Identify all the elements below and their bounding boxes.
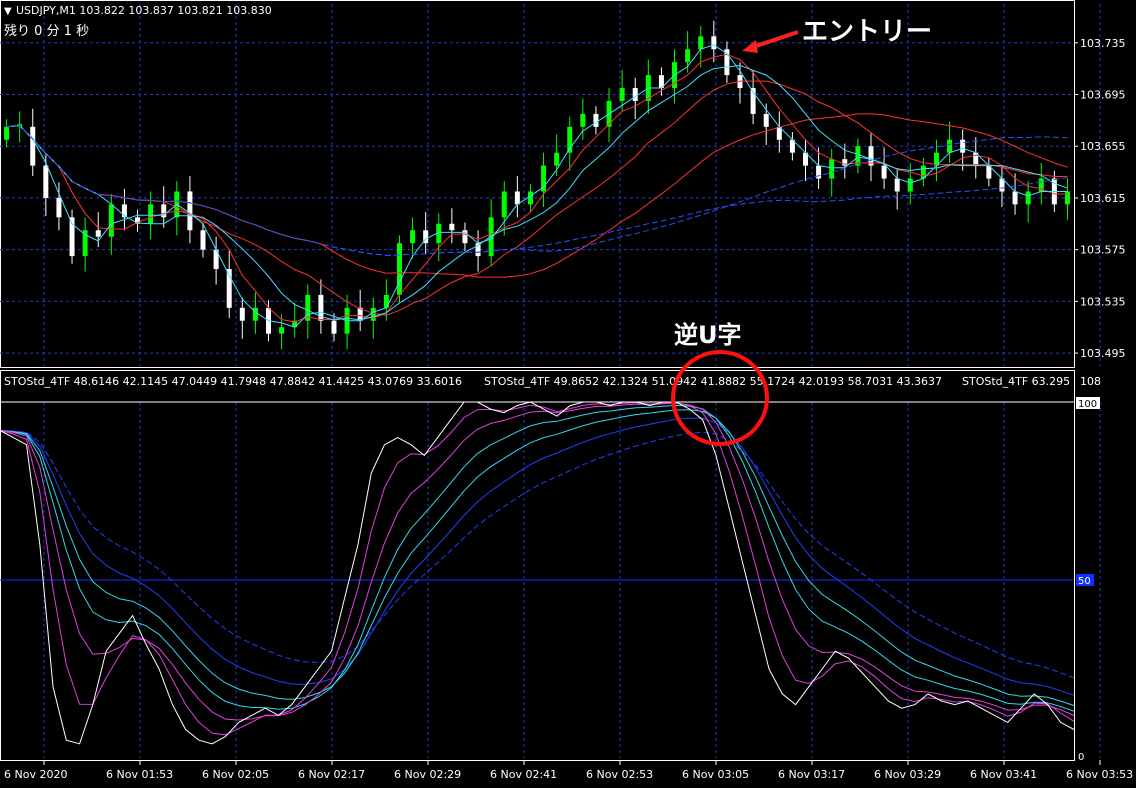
price-axis-label: 103.655 (1080, 140, 1126, 153)
time-axis-label: 6 Nov 03:05 (682, 768, 749, 781)
time-axis-label: 6 Nov 02:41 (490, 768, 557, 781)
indicator-axis-108: 108 (1080, 375, 1101, 388)
candle-body (763, 113, 769, 127)
time-axis-label: 6 Nov 2020 (4, 768, 67, 781)
time-axis-label: 6 Nov 03:17 (778, 768, 845, 781)
candles-layer (4, 20, 1070, 350)
candle-body (56, 197, 62, 218)
time-axis-label: 6 Nov 03:29 (874, 768, 941, 781)
candle-body (4, 126, 10, 140)
candle-body (698, 36, 704, 50)
countdown-timer: 残り 0 分 1 秒 (4, 24, 89, 39)
candle-body (43, 165, 49, 198)
stochastic-line (0, 404, 1075, 712)
time-axis-label: 6 Nov 01:53 (106, 768, 173, 781)
price-axis-label: 103.575 (1080, 244, 1126, 257)
indicator-axis-100: 100 (1078, 399, 1097, 410)
candle-body (30, 126, 36, 166)
stochastic-layer (0, 401, 1075, 745)
sub-panel-frame (0, 370, 1075, 761)
candle-body (449, 223, 455, 231)
main-panel-frame (0, 0, 1075, 368)
candle-body (396, 243, 402, 295)
time-axis-label: 6 Nov 03:53 (1066, 768, 1133, 781)
candle-body (187, 191, 193, 231)
candle-body (829, 159, 835, 179)
candle-body (527, 191, 533, 205)
candle-body (279, 327, 285, 334)
price-axis-label: 103.615 (1080, 192, 1126, 205)
candle-body (514, 191, 520, 205)
candle-body (410, 230, 416, 244)
entry-arrow-head-icon (742, 40, 758, 53)
indicator-axis-0: 0 (1078, 752, 1084, 763)
candle-body (947, 139, 953, 153)
mt4-chart-window[interactable]: 6 Nov 2020 6 Nov 01:53 6 Nov 02:05 6 Nov 02… (0, 0, 1136, 784)
chart-symbol-line: USDJPY,M1 103.822 103.837 103.821 103.83… (16, 4, 272, 17)
candle-body (960, 139, 966, 153)
time-axis-label: 6 Nov 03:41 (970, 768, 1037, 781)
candle-body (632, 88, 638, 101)
candle-body (907, 178, 913, 192)
indicator-legend-a: STOStd_4TF 48.6146 42.1145 47.0449 41.79… (4, 375, 462, 388)
stochastic-line (0, 409, 1075, 706)
time-axis-label: 6 Nov 02:53 (586, 768, 653, 781)
time-axis-label: 6 Nov 02:05 (202, 768, 269, 781)
price-axis-label: 103.695 (1080, 89, 1126, 102)
time-axis-label: 6 Nov 02:29 (394, 768, 461, 781)
entry-annotation: エントリー (802, 17, 932, 47)
stochastic-line (0, 401, 1075, 736)
candle-body (239, 307, 245, 321)
indicator-legend-b: STOStd_4TF 49.8652 42.1324 51.0942 41.88… (484, 375, 942, 388)
candle-body (711, 36, 717, 50)
inverse-u-annotation: 逆U字 (674, 321, 742, 349)
candle-body (1025, 191, 1031, 205)
candle-body (1064, 191, 1070, 205)
indicator-legend-c: STOStd_4TF 63.295 (962, 375, 1070, 388)
stochastic-line (0, 402, 1075, 721)
candle-body (501, 191, 507, 218)
stochastic-main-line (0, 401, 1075, 745)
candle-body (383, 294, 389, 308)
indicator-axis-50: 50 (1078, 576, 1091, 587)
candle-body (580, 113, 586, 127)
stochastic-line (0, 417, 1075, 696)
chart-symbol-caret-icon[interactable]: ▼ (4, 6, 12, 17)
candle-body (331, 320, 337, 334)
candle-body (200, 230, 206, 250)
candle-body (148, 204, 154, 224)
chart-canvas[interactable]: 6 Nov 2020 6 Nov 01:53 6 Nov 02:05 6 Nov 02… (0, 0, 1136, 784)
candle-body (370, 307, 376, 321)
time-axis-label: 6 Nov 02:17 (298, 768, 365, 781)
candle-body (554, 152, 560, 166)
price-axis-label: 103.495 (1080, 347, 1126, 360)
entry-arrow (749, 30, 799, 50)
candle-body (108, 204, 114, 237)
candle-body (593, 113, 599, 127)
candle-body (881, 165, 887, 179)
candle-body (685, 49, 691, 63)
price-axis-label: 103.535 (1080, 295, 1126, 308)
stochastic-line (0, 430, 1075, 679)
candle-body (95, 230, 101, 237)
candle-body (619, 88, 625, 101)
candle-body (894, 178, 900, 192)
candle-body (1012, 191, 1018, 205)
price-axis-label: 103.735 (1080, 37, 1126, 50)
